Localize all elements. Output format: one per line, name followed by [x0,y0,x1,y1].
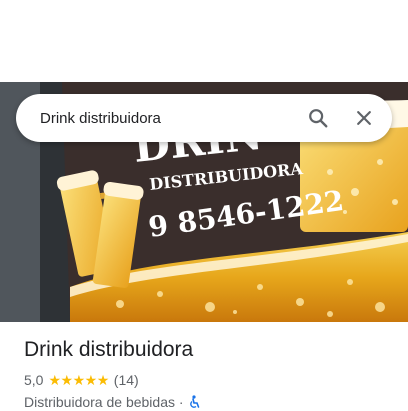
star-icon: ★ [48,372,61,388]
review-count[interactable]: (14) [114,372,139,388]
rating-row[interactable]: 5,0 ★ ★ ★ ★ ★ (14) [24,371,394,389]
place-title: Drink distribuidora [24,338,194,361]
place-category: Distribuidora de bebidas · [24,394,184,410]
category-row: Distribuidora de bebidas · [24,393,394,411]
close-icon[interactable] [344,98,384,138]
place-info: Drink distribuidora 5,0 ★ ★ ★ ★ ★ (14) D… [24,336,394,411]
star-icon: ★ [72,372,86,388]
rating-stars: ★ ★ ★ ★ ★ [48,372,110,388]
star-icon: ★ [96,372,110,388]
top-blank-area [0,0,408,82]
search-icon[interactable] [298,98,338,138]
wheelchair-accessible-icon [188,395,200,409]
rating-value: 5,0 [24,372,44,388]
star-icon: ★ [60,372,74,388]
star-icon: ★ [84,372,98,388]
search-bar[interactable]: Drink distribuidora [16,94,392,142]
search-input[interactable]: Drink distribuidora [16,110,298,127]
